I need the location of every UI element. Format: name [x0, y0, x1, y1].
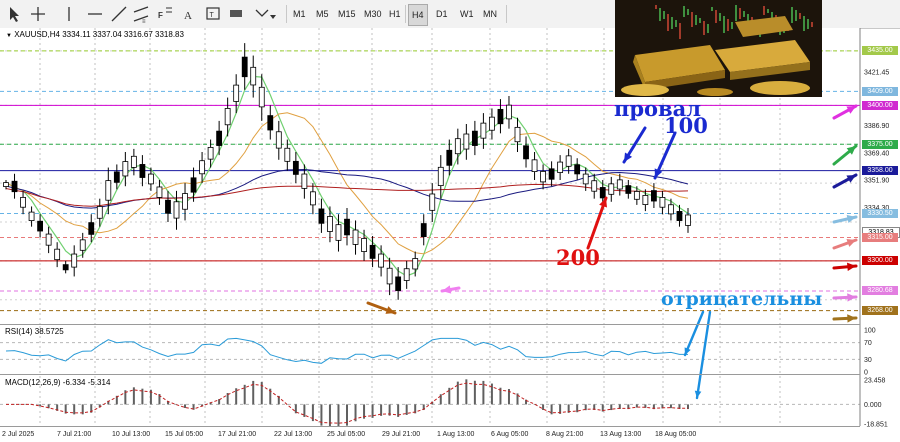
price-tag: 3280.68	[862, 286, 898, 296]
price-tag: 3409.00	[862, 86, 898, 96]
time-label: 1 Aug 13:00	[437, 431, 474, 438]
time-label: 7 Jul 21:00	[57, 431, 91, 438]
price-tick-label: 3369.40	[864, 150, 889, 157]
price-tag: 3400.00	[862, 100, 898, 110]
thumb-candle	[663, 11, 665, 19]
price-tick-label: 3351.90	[864, 178, 889, 185]
time-label: 10 Jul 13:00	[112, 431, 150, 438]
time-label: 15 Jul 05:00	[165, 431, 203, 438]
time-label: 8 Aug 21:00	[546, 431, 583, 438]
thumb-candle	[807, 19, 809, 29]
thumb-candle	[811, 22, 813, 27]
thumb-candle	[739, 8, 741, 19]
thumb-candle	[675, 20, 677, 27]
price-tag: 3435.00	[862, 46, 898, 56]
thumb-candle	[659, 8, 661, 21]
rsi-label: RSI(14) 38.5725	[5, 327, 64, 336]
symbol-quote: XAUUSD,H4 3334.11 3337.04 3316.67 3318.8…	[14, 30, 184, 39]
thumb-candle	[707, 24, 709, 33]
time-label: 29 Jul 21:00	[382, 431, 420, 438]
thumb-candle	[735, 5, 737, 21]
rsi-pane-frame	[0, 325, 860, 375]
thumb-candle	[719, 13, 721, 21]
thumb-candle	[667, 14, 669, 31]
thumb-candle	[655, 5, 657, 9]
annotation-200: 200	[556, 245, 600, 270]
thumb-candle	[671, 17, 673, 29]
price-tag: 3358.00	[862, 166, 898, 176]
thumb-candle	[743, 11, 745, 17]
time-label: 22 Jul 13:00	[274, 431, 312, 438]
collapse-icon[interactable]: ▼	[6, 33, 12, 39]
thumb-candle	[727, 19, 729, 31]
time-label: 17 Jul 21:00	[218, 431, 256, 438]
macd-tick-label: 0.000	[864, 402, 882, 409]
gold-bars-image	[615, 0, 822, 97]
rsi-tick-label: 70	[864, 340, 872, 347]
macd-tick-label: 23.458	[864, 378, 886, 385]
thumb-candle	[679, 23, 681, 39]
price-tag: 3375.00	[862, 139, 898, 149]
rsi-tick-label: 0	[864, 370, 868, 377]
price-tick-label: 3386.90	[864, 123, 889, 130]
symbol-header: ▼ XAUUSD,H4 3334.11 3337.04 3316.67 3318…	[6, 30, 184, 39]
thumb-candle	[691, 12, 693, 27]
rsi-tick-label: 30	[864, 357, 872, 364]
time-label: 18 Aug 05:00	[655, 431, 696, 438]
macd-tick-label: -18.851	[864, 422, 888, 429]
thumb-candle	[763, 6, 765, 15]
thumb-candle	[767, 9, 769, 13]
thumb-candle	[791, 7, 793, 23]
time-label: 6 Aug 05:00	[491, 431, 528, 438]
thumb-candle	[703, 21, 705, 35]
thumb-candle	[803, 16, 805, 31]
annotation-negative: отрицательны	[661, 288, 823, 310]
thumb-candle	[683, 6, 685, 17]
thumb-candle	[795, 10, 797, 21]
time-label: 13 Aug 13:00	[600, 431, 641, 438]
price-tag: 3300.00	[862, 256, 898, 266]
time-label: 25 Jul 05:00	[327, 431, 365, 438]
chart-window: ≡ F A T M1 M5 M15 M30 H1 H4 D1 W1 MN 343…	[0, 0, 900, 442]
thumb-candle	[723, 16, 725, 33]
macd-label: MACD(12,26,9) -6.334 -5.314	[5, 378, 111, 387]
price-tag: 3268.00	[862, 306, 898, 316]
annotation-100: 100	[664, 113, 708, 138]
rsi-tick-label: 100	[864, 328, 876, 335]
price-tag: 3330.50	[862, 208, 898, 218]
thumb-candle	[695, 15, 697, 25]
thumb-candle	[711, 7, 713, 11]
thumb-candle	[715, 10, 717, 23]
thumb-candle	[687, 9, 689, 15]
thumb-candle	[799, 13, 801, 19]
thumb-candle	[731, 22, 733, 29]
time-label: 2 Jul 2025	[2, 431, 34, 438]
price-tick-label: 3421.45	[864, 69, 889, 76]
thumb-candle	[699, 18, 701, 23]
macd-pane-frame	[0, 375, 860, 427]
price-tag: 3315.00	[862, 233, 898, 243]
